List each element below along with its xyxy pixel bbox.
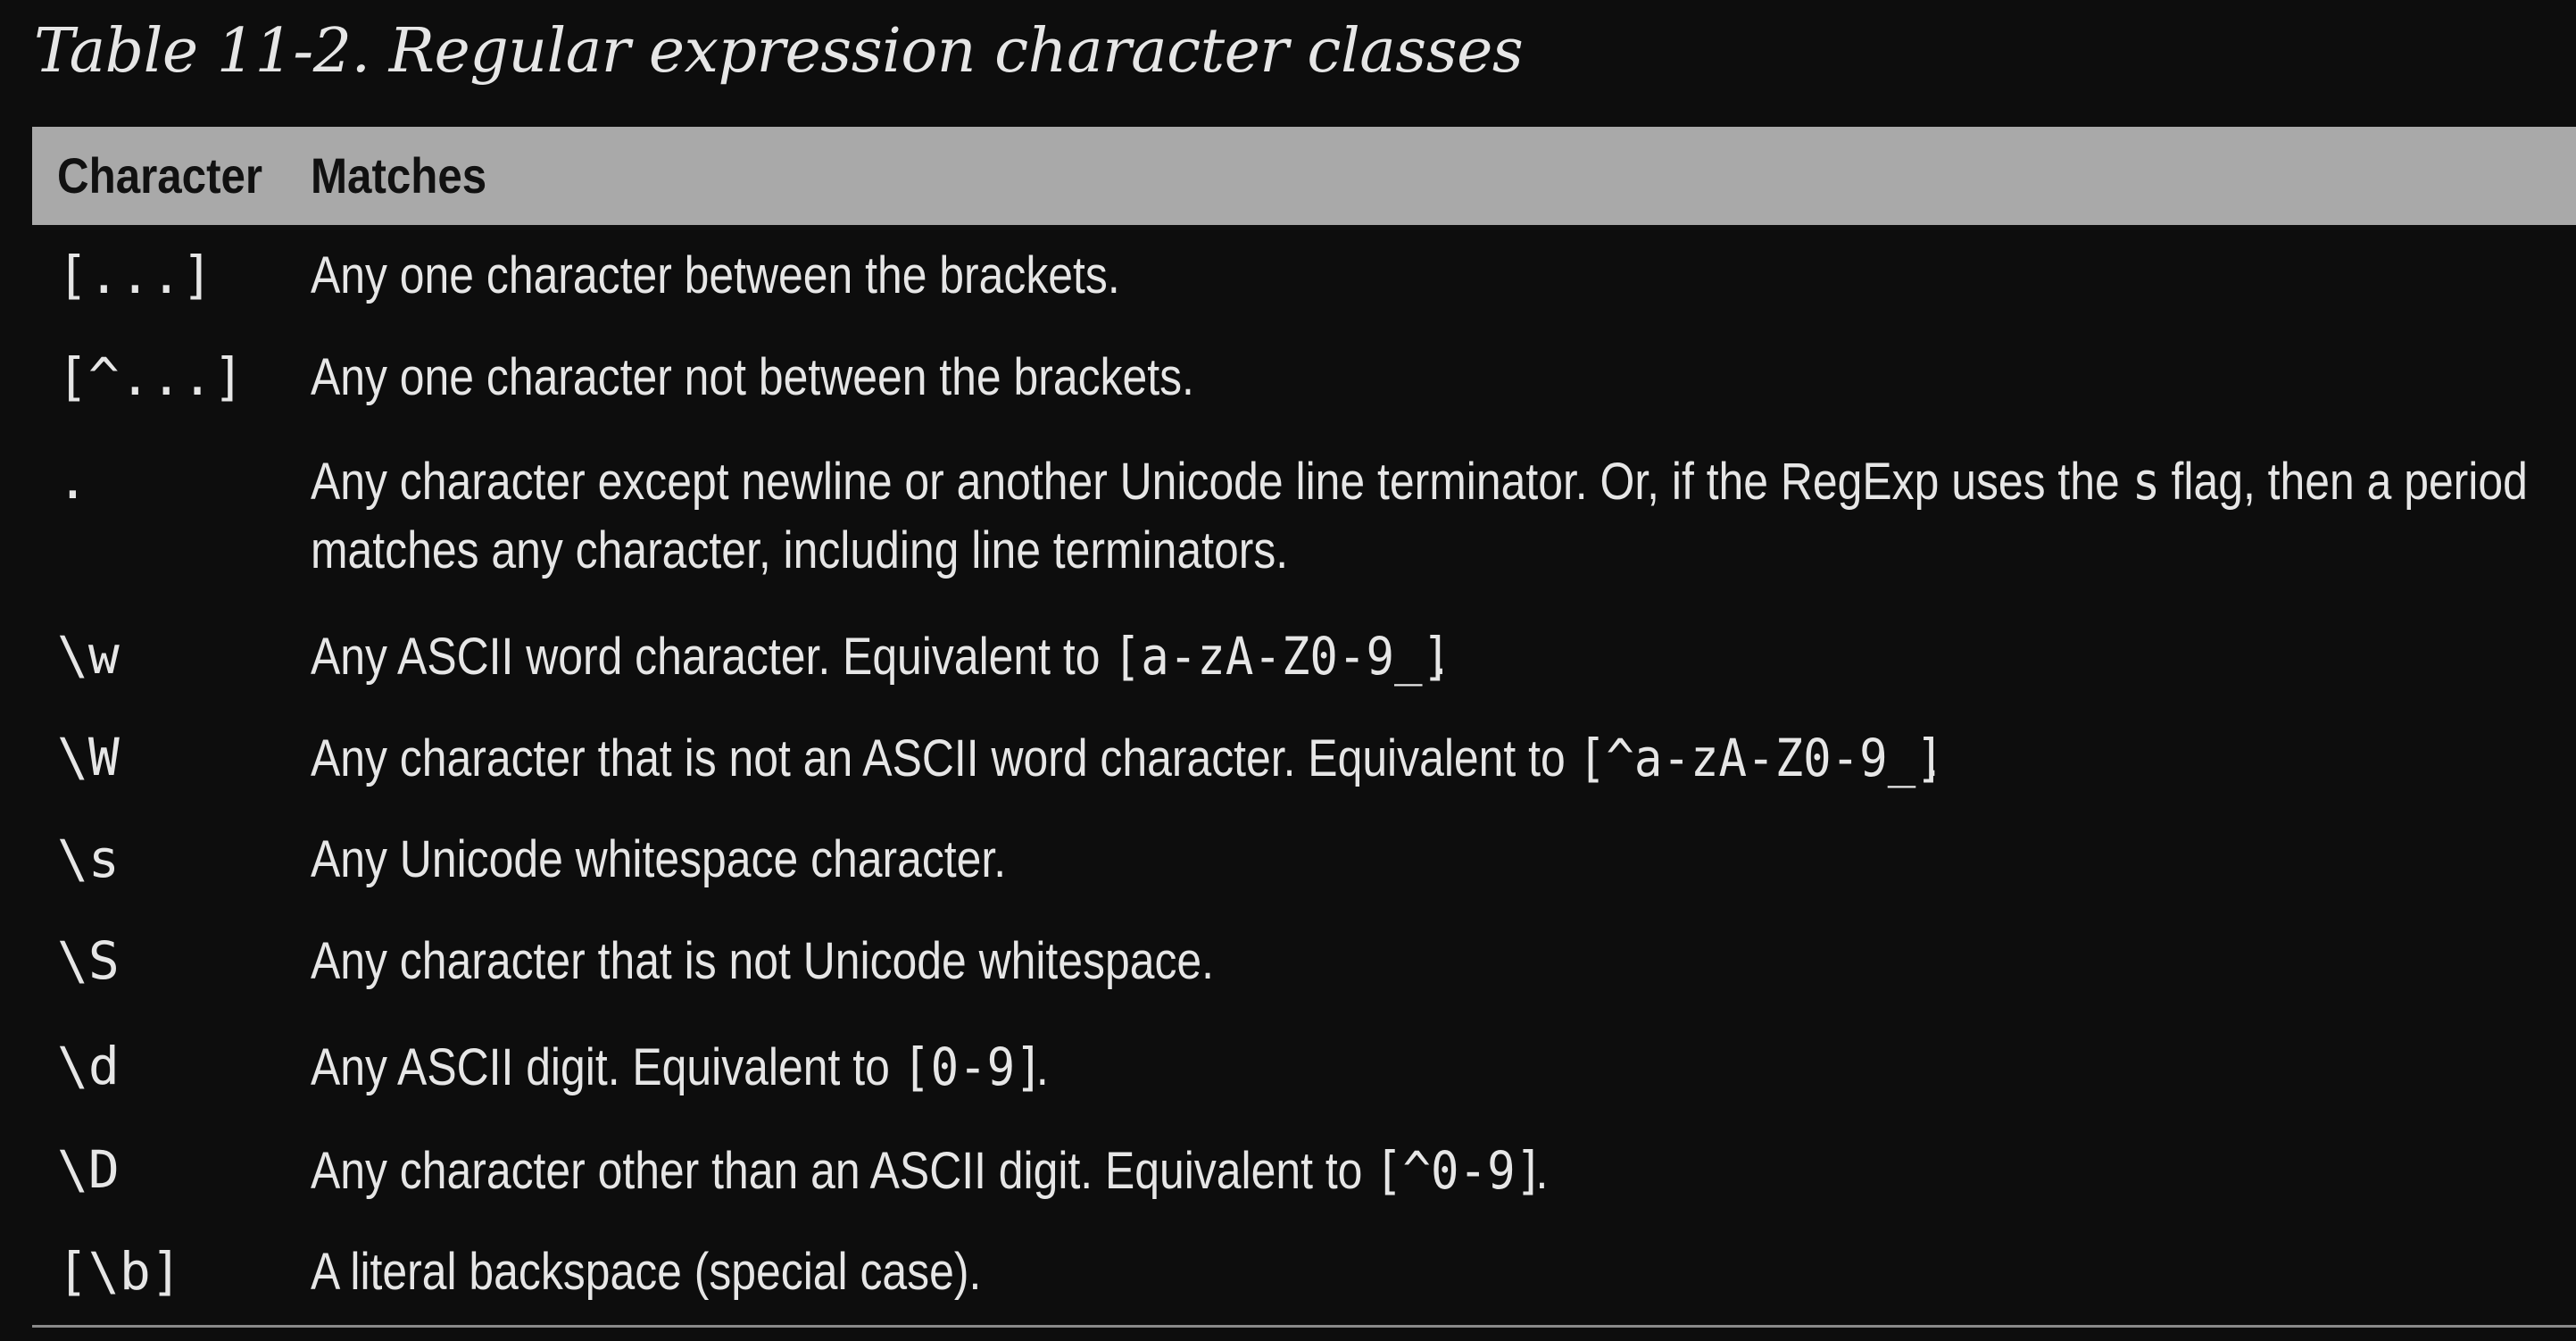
character-cell: \s: [57, 829, 120, 889]
character-cell: [...]: [57, 245, 213, 305]
description-text: Any ASCII word character. Equivalent to: [311, 628, 1113, 686]
description-text: flag, then a period: [2158, 453, 2528, 511]
matches-cell: Any character that is not an ASCII word …: [311, 723, 2260, 794]
table-bottom-rule: [32, 1325, 2576, 1328]
character-cell: \w: [57, 625, 120, 686]
character-cell: \W: [57, 727, 120, 787]
matches-cell: matches any character, including line te…: [311, 516, 2260, 586]
inline-code: [^a-zA-Z0-9_]: [1577, 728, 1944, 788]
description-text: matches any character, including line te…: [311, 521, 1289, 579]
matches-cell: Any ASCII word character. Equivalent to …: [311, 621, 2260, 692]
header-matches: Matches: [311, 147, 487, 204]
character-cell: \S: [57, 930, 120, 991]
description-text: Any ASCII digit. Equivalent to: [311, 1038, 902, 1096]
matches-cell: Any one character not between the bracke…: [311, 343, 2260, 412]
matches-cell: Any one character between the brackets.: [311, 241, 2260, 311]
table-header: Character Matches: [32, 127, 2576, 225]
table-caption: Table 11-2. Regular expression character…: [34, 16, 1524, 87]
description-text: Any character that is not Unicode whites…: [311, 932, 1215, 990]
matches-cell: A literal backspace (special case).: [311, 1237, 2260, 1307]
matches-cell: Any character that is not Unicode whites…: [311, 927, 2260, 996]
character-cell: \D: [57, 1139, 120, 1200]
description-text: Any character except newline or another …: [311, 453, 2132, 511]
character-class-table: Character Matches [...] Any one character…: [32, 127, 2576, 1302]
inline-code: [^0-9]: [1375, 1140, 1544, 1201]
matches-cell: Any character other than an ASCII digit.…: [311, 1136, 2260, 1206]
description-text: Any character other than an ASCII digit.…: [311, 1142, 1375, 1200]
description-text: Any Unicode whitespace character.: [311, 830, 1007, 888]
inline-code: s: [2131, 451, 2161, 512]
header-character: Character: [57, 147, 263, 204]
description-text: Any character that is not an ASCII word …: [311, 729, 1578, 787]
character-cell: \d: [57, 1036, 120, 1096]
character-cell: [^...]: [57, 346, 245, 407]
description-text: Any one character not between the bracke…: [311, 348, 1194, 406]
inline-code: [0-9]: [902, 1037, 1043, 1097]
description-text: Any one character between the brackets.: [311, 246, 1120, 304]
matches-cell: Any character except newline or another …: [311, 446, 2528, 517]
matches-cell: Any ASCII digit. Equivalent to [0-9].: [311, 1032, 2260, 1103]
description-text: A literal backspace (special case).: [311, 1243, 982, 1301]
matches-cell: Any Unicode whitespace character.: [311, 825, 2260, 895]
inline-code: [a-zA-Z0-9_]: [1112, 626, 1450, 687]
character-cell: .: [57, 450, 88, 511]
character-cell: [\b]: [57, 1241, 182, 1302]
